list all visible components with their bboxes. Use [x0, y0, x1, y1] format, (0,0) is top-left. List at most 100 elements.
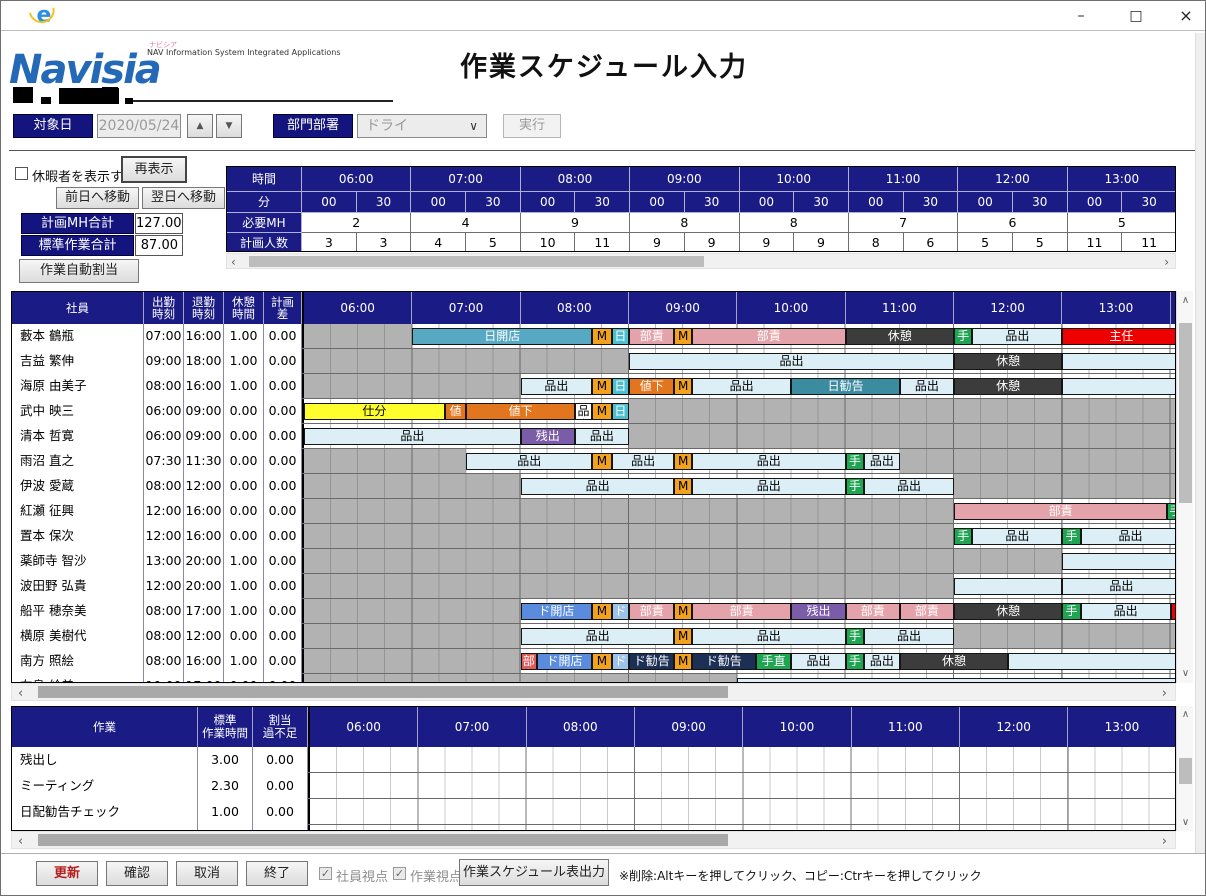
task-table-vscrollbar[interactable]: ∧ ∨	[1176, 706, 1193, 831]
schedule-segment[interactable]: 日配	[612, 403, 629, 420]
schedule-segment[interactable]: 品出	[612, 453, 675, 470]
schedule-segment[interactable]: 品出	[692, 453, 846, 470]
schedule-segment[interactable]: 品出	[575, 428, 629, 445]
scroll-left-icon[interactable]: ‹	[18, 834, 23, 849]
schedule-segment[interactable]: 手直	[846, 478, 864, 495]
required-mh-cell[interactable]: 4	[411, 213, 520, 233]
date-down-button[interactable]: ▼	[216, 114, 242, 138]
schedule-segment[interactable]	[1008, 653, 1176, 670]
schedule-segment[interactable]: M	[674, 603, 691, 620]
schedule-segment[interactable]: 手直	[846, 653, 864, 670]
schedule-segment[interactable]: 品出	[1062, 578, 1176, 595]
scrollbar-thumb[interactable]	[1179, 323, 1192, 503]
gantt-row[interactable]: ド開店Mド開店部責M部責残出部責部責休憩手直品出	[302, 599, 1176, 623]
scroll-down-icon[interactable]: ∨	[1177, 668, 1194, 679]
planned-people-cell[interactable]: 9	[794, 233, 849, 252]
prev-day-button[interactable]: 前日へ移動	[56, 187, 139, 209]
top-table-hscrollbar[interactable]: ‹ ›	[226, 253, 1176, 269]
schedule-segment[interactable]: 休憩	[954, 603, 1062, 620]
schedule-segment[interactable]: 品出	[466, 453, 592, 470]
schedule-segment[interactable]: 部責	[629, 603, 674, 620]
schedule-segment[interactable]: 休憩	[900, 653, 1008, 670]
planned-people-cell[interactable]: 9	[630, 233, 685, 252]
schedule-segment[interactable]	[954, 578, 1062, 595]
schedule-segment[interactable]: M	[674, 628, 691, 645]
scrollbar-thumb[interactable]	[249, 256, 704, 267]
schedule-segment[interactable]: 日配	[612, 378, 629, 395]
planned-people-cell[interactable]: 10	[521, 233, 576, 252]
schedule-segment[interactable]: 部責	[900, 603, 954, 620]
gantt-row[interactable]: 品出M品出手直品出	[302, 624, 1176, 648]
gantt-row[interactable]: 品出	[302, 574, 1176, 598]
schedule-segment[interactable]: 値下	[445, 403, 467, 420]
next-day-button[interactable]: 翌日へ移動	[142, 187, 225, 209]
schedule-segment[interactable]: 品出	[304, 428, 521, 445]
schedule-segment[interactable]: 部責	[846, 603, 900, 620]
schedule-segment[interactable]: 日開店	[412, 328, 592, 345]
schedule-segment[interactable]: M	[674, 478, 691, 495]
target-date-field[interactable]: 2020/05/24	[97, 114, 181, 138]
schedule-segment[interactable]: 品出	[1081, 528, 1176, 545]
schedule-segment[interactable]: 日配	[612, 328, 629, 345]
scroll-left-icon[interactable]: ‹	[231, 255, 236, 269]
gantt-row[interactable]: 品出残出品出	[302, 424, 1176, 448]
schedule-segment[interactable]: M	[674, 653, 691, 670]
schedule-segment[interactable]: 値下	[629, 378, 674, 395]
required-mh-cell[interactable]: 6	[958, 213, 1067, 233]
required-mh-cell[interactable]: 2	[302, 213, 411, 233]
schedule-segment[interactable]: 部責	[521, 653, 537, 670]
planned-people-cell[interactable]: 6	[904, 233, 959, 252]
schedule-segment[interactable]: 残出	[791, 603, 845, 620]
schedule-segment[interactable]: M	[674, 453, 691, 470]
scroll-left-icon[interactable]: ‹	[18, 686, 23, 701]
schedule-segment[interactable]: M	[592, 378, 611, 395]
schedule-segment[interactable]: 部責	[629, 328, 674, 345]
schedule-segment[interactable]: 手直	[1062, 603, 1080, 620]
schedule-segment[interactable]: M	[674, 378, 691, 395]
staff-table-vscrollbar[interactable]: ∧ ∨	[1176, 291, 1193, 683]
gantt-row[interactable]: 部責ド開店Mド開店ド勧告Mド勧告手直品出手直品出休憩	[302, 649, 1176, 673]
schedule-segment[interactable]: 品出	[692, 628, 846, 645]
planned-people-cell[interactable]: 3	[357, 233, 412, 252]
schedule-segment[interactable]: 手直	[1062, 528, 1080, 545]
planned-people-cell[interactable]: 11	[1068, 233, 1123, 252]
schedule-segment[interactable]	[1062, 553, 1176, 570]
schedule-segment[interactable]: 手直	[846, 453, 864, 470]
task-gantt-row[interactable]	[308, 799, 1176, 824]
task-view-checkbox[interactable]: ✓	[393, 867, 406, 880]
schedule-segment[interactable]: 手直	[846, 628, 864, 645]
planned-people-cell[interactable]: 8	[849, 233, 904, 252]
staff-table-hscrollbar[interactable]: ‹ ›	[11, 683, 1176, 701]
scroll-right-icon[interactable]: ›	[1164, 255, 1169, 269]
update-button[interactable]: 更新	[36, 861, 98, 886]
schedule-segment[interactable]: 仕分	[304, 403, 445, 420]
schedule-segment[interactable]: 部責	[692, 328, 846, 345]
schedule-segment[interactable]: 休憩	[954, 353, 1062, 370]
task-gantt-row[interactable]	[308, 747, 1176, 772]
planned-people-cell[interactable]: 9	[685, 233, 740, 252]
gantt-row[interactable]: 仕分値下値下品出M日配	[302, 399, 1176, 423]
schedule-segment[interactable]: 手直	[756, 653, 792, 670]
schedule-segment[interactable]: M	[592, 453, 611, 470]
date-up-button[interactable]: ▲	[187, 114, 213, 138]
planned-people-cell[interactable]: 11	[1122, 233, 1176, 252]
schedule-segment[interactable]: 休憩	[954, 378, 1062, 395]
window-minimize-button[interactable]: –	[1064, 5, 1098, 27]
scroll-right-icon[interactable]: ›	[1162, 834, 1167, 849]
required-mh-cell[interactable]: 9	[521, 213, 630, 233]
schedule-segment[interactable]: M	[592, 653, 611, 670]
schedule-segment[interactable]: 品出	[864, 653, 900, 670]
schedule-segment[interactable]: 手直	[1167, 503, 1176, 520]
schedule-segment[interactable]: 品出	[521, 478, 675, 495]
planned-people-cell[interactable]: 5	[1013, 233, 1068, 252]
planned-people-cell[interactable]: 3	[302, 233, 357, 252]
window-close-button[interactable]: ×	[1169, 5, 1203, 27]
schedule-segment[interactable]: 品出	[1081, 603, 1171, 620]
staff-view-checkbox[interactable]: ✓	[319, 867, 332, 880]
schedule-segment[interactable]: M	[674, 328, 691, 345]
schedule-segment[interactable]: ド開店	[537, 653, 592, 670]
planned-people-cell[interactable]: 4	[411, 233, 466, 252]
required-mh-cell[interactable]: 7	[849, 213, 958, 233]
scrollbar-thumb[interactable]	[38, 686, 728, 698]
schedule-segment[interactable]: 品出	[692, 378, 792, 395]
